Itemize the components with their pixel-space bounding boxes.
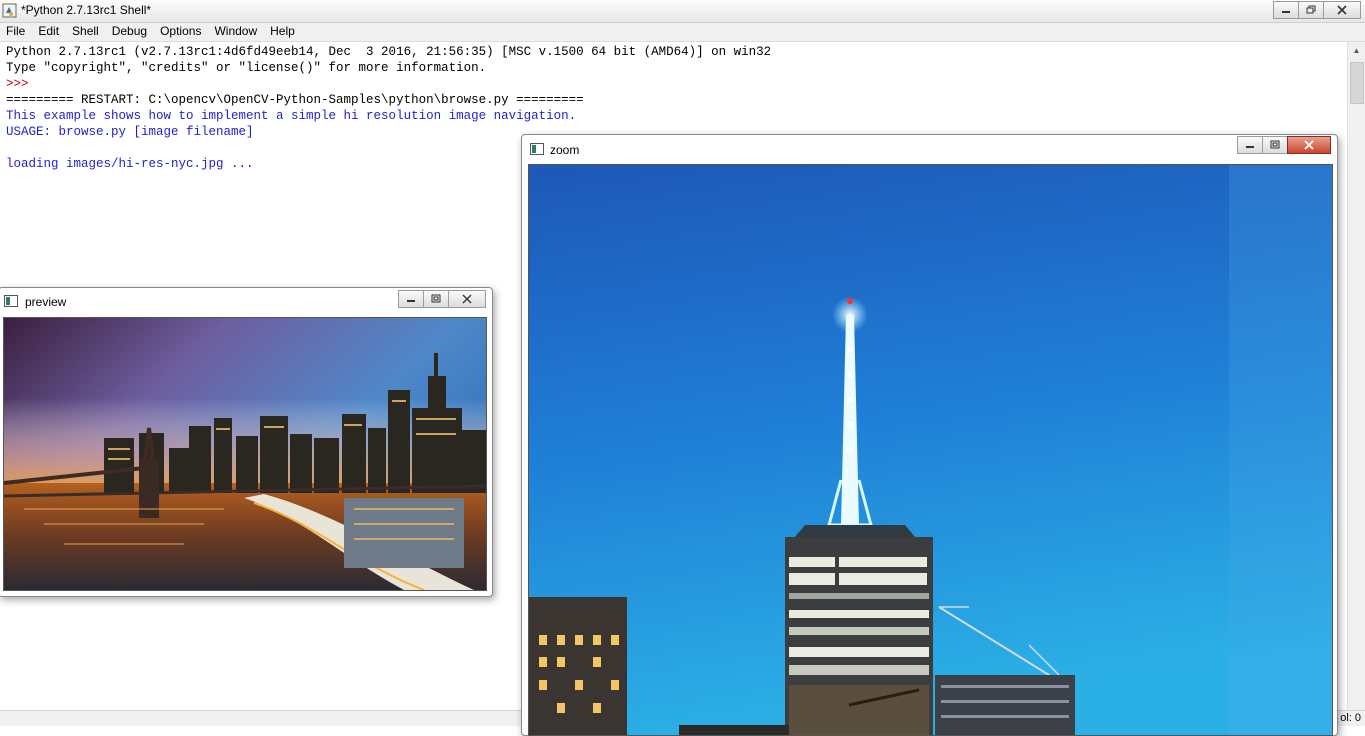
restore-icon	[1306, 5, 1316, 14]
preview-title: preview	[25, 295, 67, 309]
nyc-skyline-preview	[4, 318, 486, 590]
menu-file[interactable]: File	[0, 23, 32, 41]
preview-minimize-button[interactable]	[398, 290, 424, 308]
column-indicator: ol: 0	[1340, 712, 1361, 724]
window-icon	[530, 143, 544, 155]
menu-debug[interactable]: Debug	[106, 23, 154, 41]
close-icon	[1304, 140, 1314, 150]
menu-shell[interactable]: Shell	[66, 23, 106, 41]
shell-line: This example shows how to implement a si…	[6, 109, 577, 123]
close-icon	[462, 294, 472, 304]
minimize-icon	[407, 300, 415, 302]
scroll-up-icon[interactable]: ▲	[1348, 42, 1365, 59]
zoom-close-button[interactable]	[1287, 136, 1331, 154]
preview-window: preview	[0, 287, 493, 597]
shell-prompt: >>>	[6, 77, 37, 91]
zoom-window: zoom	[521, 134, 1338, 736]
menu-help[interactable]: Help	[264, 23, 302, 41]
minimize-icon	[1282, 11, 1290, 13]
minimize-icon	[1246, 146, 1254, 148]
zoom-title: zoom	[550, 143, 580, 157]
preview-close-button[interactable]	[448, 290, 486, 308]
one-world-trade-center-zoom	[529, 165, 1332, 735]
shell-line: ========= RESTART: C:\opencv\OpenCV-Pyth…	[6, 93, 584, 107]
zoom-titlebar[interactable]: zoom	[522, 135, 1337, 161]
menu-window[interactable]: Window	[208, 23, 264, 41]
python-idle-icon	[2, 3, 17, 18]
vertical-scrollbar[interactable]: ▲	[1347, 42, 1365, 710]
preview-city-image[interactable]	[3, 317, 487, 591]
restore-icon	[431, 294, 441, 303]
main-window-titlebar: *Python 2.7.13rc1 Shell*	[0, 0, 1365, 23]
menu-options[interactable]: Options	[154, 23, 208, 41]
menu-edit[interactable]: Edit	[32, 23, 66, 41]
restore-icon	[1270, 140, 1280, 149]
main-close-button[interactable]	[1323, 1, 1361, 19]
shell-line: Type "copyright", "credits" or "license(…	[6, 61, 487, 75]
preview-restore-button[interactable]	[423, 290, 449, 308]
main-restore-button[interactable]	[1298, 1, 1324, 19]
zoom-city-image[interactable]	[528, 164, 1333, 736]
preview-titlebar[interactable]: preview	[0, 288, 492, 314]
zoom-restore-button[interactable]	[1262, 136, 1288, 154]
scroll-thumb[interactable]	[1350, 62, 1364, 104]
shell-line: Python 2.7.13rc1 (v2.7.13rc1:4d6fd49eeb1…	[6, 45, 772, 59]
main-minimize-button[interactable]	[1273, 1, 1299, 19]
main-window-title: *Python 2.7.13rc1 Shell*	[21, 3, 152, 17]
window-icon	[4, 295, 18, 307]
close-icon	[1337, 5, 1347, 15]
menu-bar: File Edit Shell Debug Options Window Hel…	[0, 23, 1365, 42]
zoom-minimize-button[interactable]	[1237, 136, 1263, 154]
